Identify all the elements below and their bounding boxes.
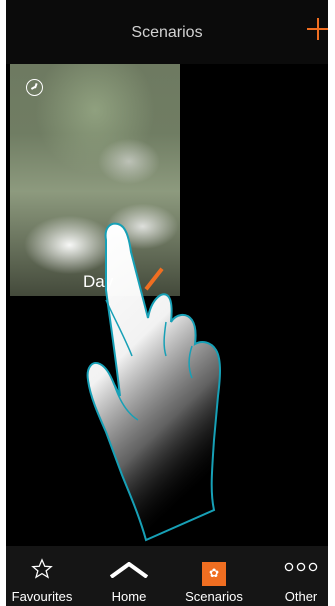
bottom-navigation: Favourites Home Scenarios Other [6,546,328,606]
nav-item-home[interactable]: Home [106,546,152,606]
pencil-icon[interactable] [144,267,164,291]
app-screen: Scenarios Day Favourites Home ✿ Scenario… [6,0,328,606]
scenario-label: Day [83,272,114,291]
top-bar: Scenarios [6,0,328,64]
nav-label-favourites: Favourites [11,589,73,604]
nav-label-other: Other [284,589,318,604]
clock-icon[interactable] [26,79,43,96]
nav-item-other[interactable]: Other [276,546,326,606]
nav-item-scenarios[interactable]: Scenarios [178,546,250,606]
scenario-card-day[interactable]: Day [10,64,180,296]
scenario-list: Day [6,64,328,546]
add-scenario-button[interactable] [306,16,328,42]
nav-label-scenarios: Scenarios [185,589,243,604]
nav-label-home: Home [111,589,147,604]
home-icon [110,562,148,578]
star-icon [31,558,53,579]
scenario-icon [202,562,226,586]
more-icon [284,562,318,572]
nav-item-favourites[interactable]: Favourites [6,546,78,606]
page-title: Scenarios [131,24,203,41]
